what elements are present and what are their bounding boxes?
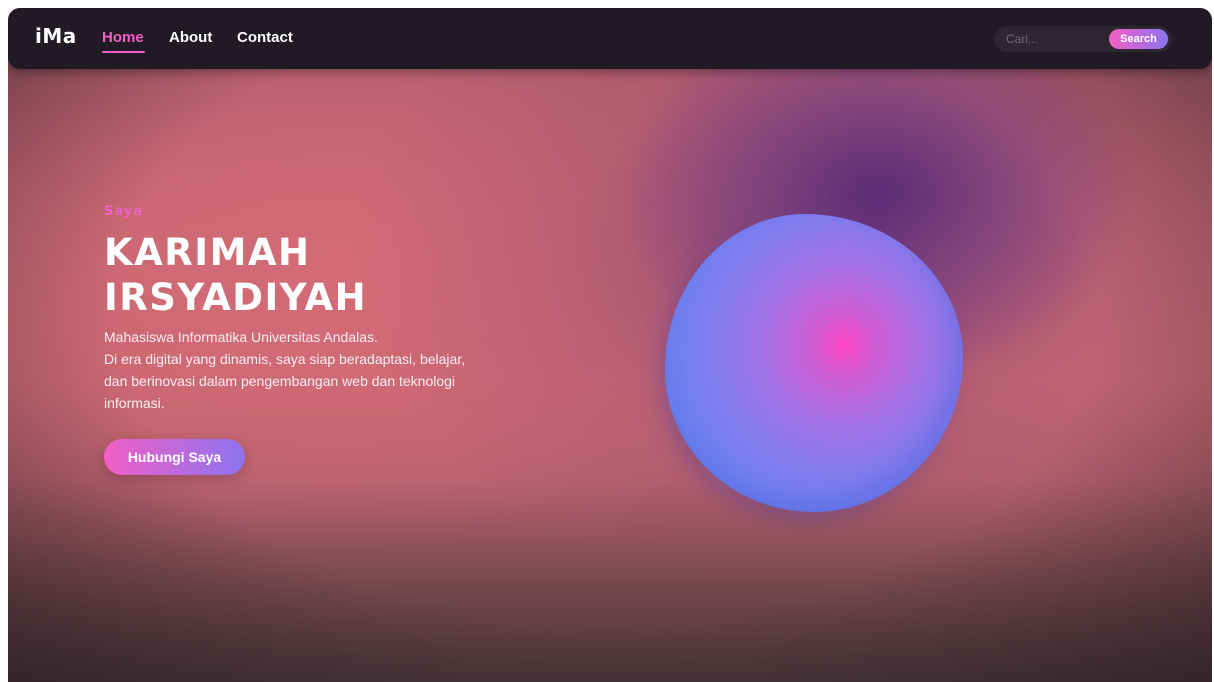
hero-description-line: dan berinovasi dalam pengembangan web da…: [104, 373, 456, 389]
hero-eyebrow: Saya: [104, 204, 143, 219]
nav-link-contact[interactable]: Contact: [237, 29, 293, 46]
nav-link-home[interactable]: Home: [102, 29, 144, 46]
nav-active-underline: [102, 51, 145, 53]
hero-description-line: informasi.: [104, 395, 165, 411]
navbar: iMa Home About Contact Search: [8, 8, 1212, 69]
nav-link-about[interactable]: About: [169, 29, 212, 46]
gradient-orb-graphic: [665, 214, 963, 512]
logo[interactable]: iMa: [35, 24, 77, 48]
page-frame: Saya KARIMAH IRSYADIYAH Mahasiswa Inform…: [8, 8, 1212, 682]
hero-description-line: Di era digital yang dinamis, saya siap b…: [104, 351, 466, 367]
search-button[interactable]: Search: [1109, 29, 1168, 49]
search-input[interactable]: [1006, 29, 1101, 49]
hero-description: Mahasiswa Informatika Universitas Andala…: [104, 326, 524, 414]
hero-description-line: Mahasiswa Informatika Universitas Andala…: [104, 329, 378, 345]
contact-me-button[interactable]: Hubungi Saya: [104, 439, 245, 475]
hero-name-line-2: IRSYADIYAH: [104, 276, 368, 319]
hero-name-line-1: KARIMAH: [104, 231, 311, 274]
search-bar: Search: [994, 26, 1172, 52]
hero-name: KARIMAH IRSYADIYAH: [104, 230, 524, 320]
hero-section: Saya KARIMAH IRSYADIYAH Mahasiswa Inform…: [8, 8, 1212, 682]
